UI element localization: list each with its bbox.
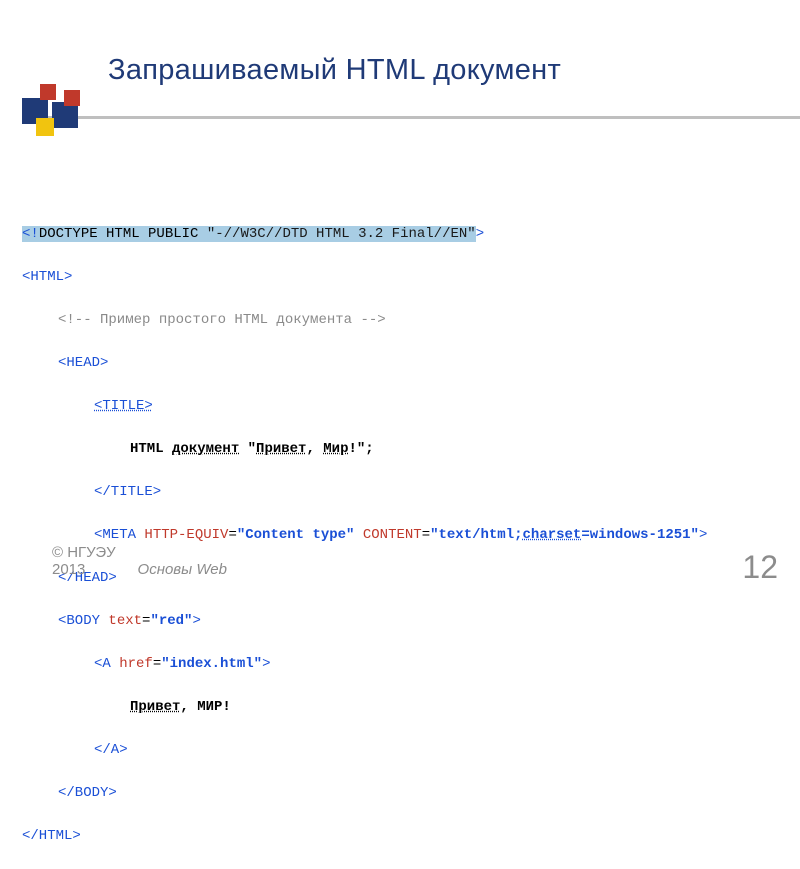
footer-year: 2013 [52,561,85,578]
code-line: </TITLE> [22,482,707,504]
code-block: <!DOCTYPE HTML PUBLIC "-//W3C//DTD HTML … [22,202,707,869]
code-line: <HEAD> [22,353,707,375]
code-line: </HTML> [22,826,707,848]
footer: © НГУЭУ 2013 Основы Web [52,544,227,578]
slide-header: Запрашиваемый HTML документ [0,0,800,140]
code-line: <META HTTP-EQUIV="Content type" CONTENT=… [22,525,707,547]
code-line: </BODY> [22,783,707,805]
code-line: <HTML> [22,267,707,289]
page-number: 12 [742,549,778,586]
footer-copyright: © НГУЭУ [52,544,227,561]
code-line: <BODY text="red"> [22,611,707,633]
code-line: </A> [22,740,707,762]
code-line: <A href="index.html"> [22,654,707,676]
footer-course: Основы Web [138,561,227,578]
divider [22,116,800,119]
code-line: <!-- Пример простого HTML документа --> [22,310,707,332]
code-line: Привет, МИР! [22,697,707,719]
code-line: <TITLE> [22,396,707,418]
slide-title: Запрашиваемый HTML документ [108,54,561,87]
code-line: <!DOCTYPE HTML PUBLIC "-//W3C//DTD HTML … [22,224,707,246]
code-line: HTML документ "Привет, Мир!"; [22,439,707,461]
